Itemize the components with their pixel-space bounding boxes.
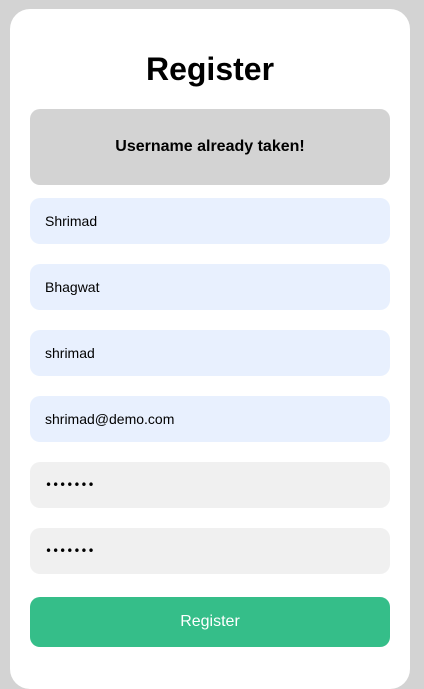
confirm-password-input[interactable] [30, 528, 390, 574]
password-input[interactable] [30, 462, 390, 508]
register-button[interactable]: Register [30, 597, 390, 647]
error-message: Username already taken! [115, 138, 305, 155]
error-alert: Username already taken! [30, 109, 390, 185]
last-name-input[interactable] [30, 264, 390, 310]
username-input[interactable] [30, 330, 390, 376]
email-input[interactable] [30, 396, 390, 442]
page-title: Register [145, 51, 275, 87]
first-name-input[interactable] [30, 198, 390, 244]
register-card: Register Username already taken! Registe… [10, 9, 410, 689]
